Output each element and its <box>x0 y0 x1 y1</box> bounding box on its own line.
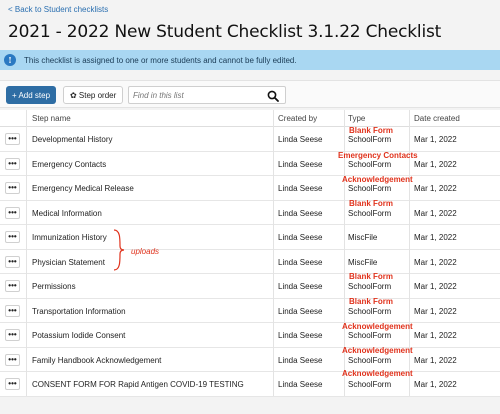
back-to-checklists-link[interactable]: < Back to Student checklists <box>8 5 108 14</box>
created-by-cell: Linda Seese <box>278 233 323 242</box>
type-cell: SchoolForm <box>348 306 392 316</box>
annotation-label: Acknowledgement <box>342 175 413 184</box>
row-menu-button[interactable]: ••• <box>5 353 20 366</box>
table-body: ••• Developmental History Linda Seese Schoo… <box>0 127 500 397</box>
step-order-button[interactable]: ✿ Step order <box>63 86 124 104</box>
type-cell: MiscFile <box>348 233 378 242</box>
type-cell: SchoolForm <box>348 380 392 389</box>
created-by-cell: Linda Seese <box>278 380 323 389</box>
step-name-cell[interactable]: Immunization History <box>32 233 107 242</box>
row-menu-button[interactable]: ••• <box>5 182 20 194</box>
type-cell: SchoolForm <box>348 355 392 365</box>
add-step-button[interactable]: + Add step <box>6 86 57 104</box>
info-banner: ! This checklist is assigned to one or m… <box>0 50 500 70</box>
step-name-cell[interactable]: Physician Statement <box>32 258 105 267</box>
row-menu-button[interactable]: ••• <box>5 157 20 170</box>
date-created-cell: Mar 1, 2022 <box>414 355 457 365</box>
row-menu-button[interactable]: ••• <box>5 206 20 219</box>
row-menu-button[interactable]: ••• <box>5 133 20 145</box>
table-row[interactable]: ••• Medical Information Linda Seese SchoolF… <box>0 200 500 225</box>
type-cell: SchoolForm <box>348 184 392 193</box>
table-row[interactable]: ••• CONSENT FORM FOR Rapid Antigen COVID-… <box>0 372 500 397</box>
table-row[interactable]: ••• Transportation Information Linda Seese… <box>0 298 500 323</box>
step-name-cell[interactable]: Emergency Contacts <box>32 160 106 169</box>
column-header-step-name[interactable]: Step name <box>32 114 71 123</box>
type-cell: MiscFile <box>348 257 378 267</box>
type-cell: SchoolForm <box>348 208 392 218</box>
toolbar: + Add step ✿ Step order <box>0 80 500 108</box>
row-menu-button[interactable]: ••• <box>5 280 20 292</box>
type-cell: SchoolForm <box>348 282 392 291</box>
step-name-cell[interactable]: Permissions <box>32 282 76 291</box>
date-created-cell: Mar 1, 2022 <box>414 257 457 267</box>
step-name-cell[interactable]: Developmental History <box>32 135 112 144</box>
row-menu-button[interactable]: ••• <box>5 231 20 243</box>
type-cell: SchoolForm <box>348 159 392 169</box>
type-cell: SchoolForm <box>348 331 392 340</box>
column-divider <box>26 110 27 396</box>
row-menu-button[interactable]: ••• <box>5 304 20 317</box>
date-created-cell: Mar 1, 2022 <box>414 135 457 144</box>
column-divider <box>273 110 274 396</box>
table-row[interactable]: ••• Developmental History Linda Seese Schoo… <box>0 127 500 152</box>
annotation-label: Blank Form <box>349 272 394 281</box>
date-created-cell: Mar 1, 2022 <box>414 282 457 291</box>
page-title: 2021 - 2022 New Student Checklist 3.1.22… <box>8 22 442 42</box>
annotation-label: Blank Form <box>349 297 394 306</box>
row-menu-button[interactable]: ••• <box>5 329 20 341</box>
created-by-cell: Linda Seese <box>278 306 323 316</box>
step-name-cell[interactable]: CONSENT FORM FOR Rapid Antigen COVID-19 … <box>32 380 244 389</box>
table-row[interactable]: ••• Permissions Linda Seese SchoolForm Mar 1… <box>0 274 500 299</box>
date-created-cell: Mar 1, 2022 <box>414 331 457 340</box>
info-icon: ! <box>4 54 16 66</box>
brace-annotation <box>113 229 125 271</box>
step-name-cell[interactable]: Transportation Information <box>32 307 126 316</box>
search-icon[interactable] <box>267 90 279 102</box>
date-created-cell: Mar 1, 2022 <box>414 208 457 218</box>
date-created-cell: Mar 1, 2022 <box>414 233 457 242</box>
row-menu-button[interactable]: ••• <box>5 255 20 268</box>
date-created-cell: Mar 1, 2022 <box>414 184 457 193</box>
step-name-cell[interactable]: Medical Information <box>32 209 102 218</box>
column-header-type[interactable]: Type <box>348 114 365 123</box>
annotation-label: Emergency Contacts <box>338 151 418 160</box>
annotation-label: Blank Form <box>349 126 394 135</box>
step-name-cell[interactable]: Emergency Medical Release <box>32 184 134 193</box>
step-name-cell[interactable]: Family Handbook Acknowledgement <box>32 356 161 365</box>
created-by-cell: Linda Seese <box>278 282 323 291</box>
annotation-label: Acknowledgement <box>342 346 413 355</box>
type-cell: SchoolForm <box>348 135 392 144</box>
table-row[interactable]: ••• Physician Statement Linda Seese MiscFil… <box>0 249 500 274</box>
table-row[interactable]: ••• Potassium Iodide Consent Linda Seese Sc… <box>0 323 500 348</box>
column-header-date-created[interactable]: Date created <box>414 114 460 123</box>
table-row[interactable]: ••• Emergency Medical Release Linda Seese S… <box>0 176 500 201</box>
created-by-cell: Linda Seese <box>278 159 323 169</box>
created-by-cell: Linda Seese <box>278 135 323 144</box>
row-menu-button[interactable]: ••• <box>5 378 20 390</box>
banner-text: This checklist is assigned to one or mor… <box>24 55 297 65</box>
date-created-cell: Mar 1, 2022 <box>414 380 457 389</box>
uploads-annotation: uploads <box>131 247 160 256</box>
table-header: Step name Created by Type Date created <box>0 110 500 127</box>
created-by-cell: Linda Seese <box>278 355 323 365</box>
step-name-cell[interactable]: Potassium Iodide Consent <box>32 331 125 340</box>
annotation-label: Acknowledgement <box>342 322 413 331</box>
table-row[interactable]: ••• Emergency Contacts Linda Seese SchoolFo… <box>0 151 500 176</box>
checklist-table: Step name Created by Type Date created •… <box>0 110 500 397</box>
created-by-cell: Linda Seese <box>278 184 323 193</box>
created-by-cell: Linda Seese <box>278 257 323 267</box>
created-by-cell: Linda Seese <box>278 208 323 218</box>
column-header-created-by[interactable]: Created by <box>278 114 317 123</box>
table-row[interactable]: ••• Family Handbook Acknowledgement Linda … <box>0 347 500 372</box>
table-row[interactable]: ••• Immunization History Linda Seese MiscFi… <box>0 225 500 250</box>
annotation-label: Blank Form <box>349 199 394 208</box>
date-created-cell: Mar 1, 2022 <box>414 306 457 316</box>
date-created-cell: Mar 1, 2022 <box>414 159 457 169</box>
search-box <box>128 86 286 104</box>
search-input[interactable] <box>129 90 261 100</box>
annotation-label: Acknowledgement <box>342 369 413 378</box>
created-by-cell: Linda Seese <box>278 331 323 340</box>
